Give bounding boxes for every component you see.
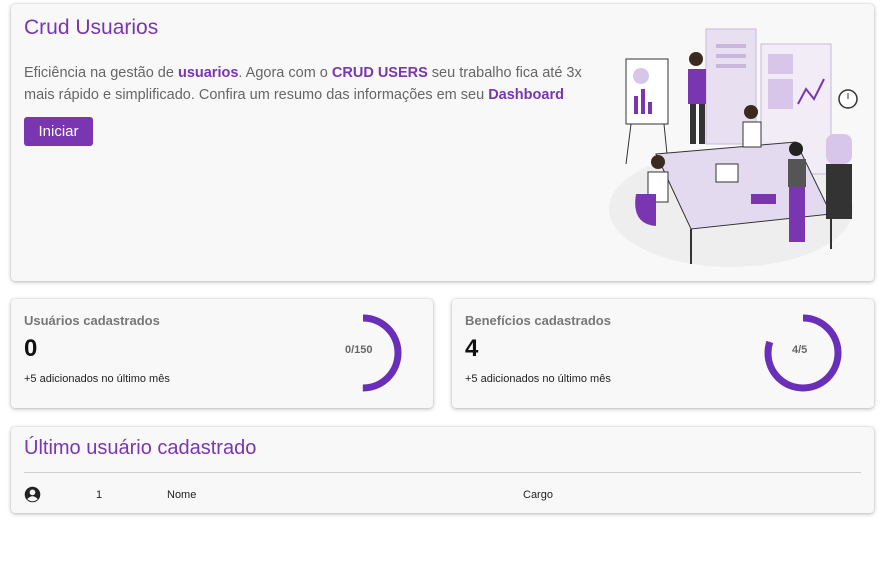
last-user-card: Último usuário cadastrado 1 Nome Cargo (11, 427, 874, 513)
hero-description: Eficiência na gestão de usuarios. Agora … (24, 65, 582, 103)
hero-title: Crud Usuarios (24, 16, 159, 39)
users-stat-card: Usuários cadastrados 0 +5 adicionados no… (11, 299, 433, 408)
last-user-title: Último usuário cadastrado (24, 437, 257, 459)
user-avatar-icon (24, 486, 41, 503)
users-stat-sub: +5 adicionados no último mês (24, 373, 170, 385)
benefits-stat-label: Benefícios cadastrados (465, 313, 611, 328)
table-row[interactable]: 1 Nome Cargo (24, 483, 861, 507)
user-id: 1 (96, 489, 103, 501)
hero-card: Crud Usuarios Eficiência na gestão de us… (11, 4, 874, 281)
benefits-stat-sub: +5 adicionados no último mês (465, 373, 611, 385)
highlight-usuarios: usuarios (177, 65, 239, 81)
team-meeting-illustration (609, 28, 858, 267)
users-stat-label: Usuários cadastrados (24, 313, 160, 328)
user-role: Cargo (523, 489, 553, 501)
benefits-stat-ratio: 4/5 (792, 344, 808, 356)
users-stat-ratio: 0/150 (345, 344, 373, 356)
benefits-stat-card: Benefícios cadastrados 4 +5 adicionados … (452, 299, 874, 408)
benefits-stat-value: 4 (465, 335, 479, 362)
highlight-crud-users: CRUD USERS (331, 65, 428, 81)
divider (24, 472, 861, 473)
start-button[interactable]: Iniciar (24, 117, 93, 146)
highlight-dashboard: Dashboard (488, 87, 564, 103)
users-stat-value: 0 (24, 335, 38, 362)
user-name: Nome (167, 489, 197, 501)
